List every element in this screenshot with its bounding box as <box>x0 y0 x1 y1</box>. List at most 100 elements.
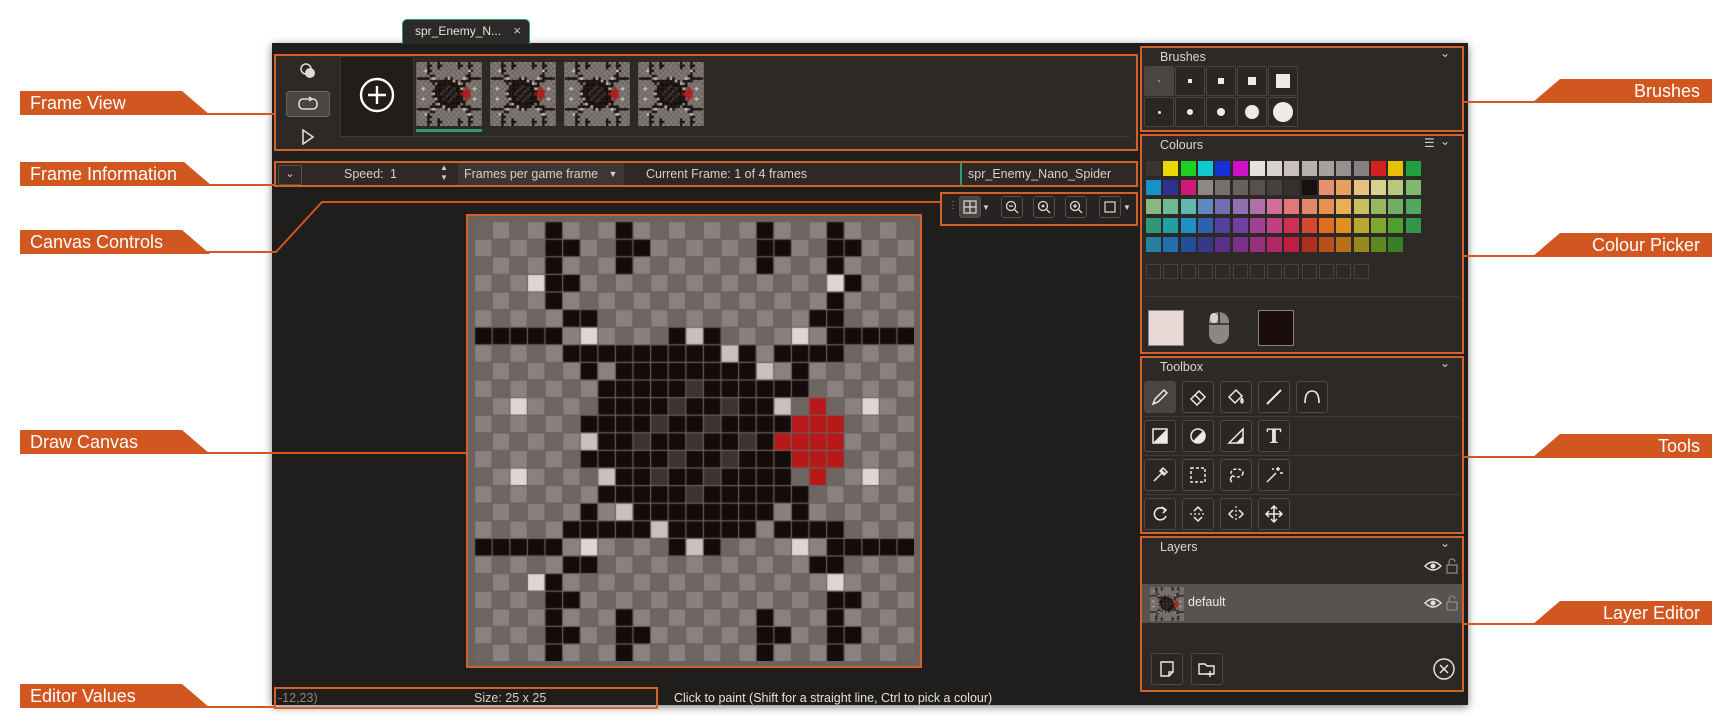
colour-swatch[interactable] <box>1146 199 1161 214</box>
colour-swatch[interactable] <box>1215 199 1231 214</box>
empty-colour-slot[interactable] <box>1146 264 1161 279</box>
colour-swatch[interactable] <box>1180 199 1196 214</box>
text-tool-button[interactable]: T <box>1258 420 1290 452</box>
speed-mode-select[interactable]: Frames per game frame <box>458 163 624 185</box>
colour-swatch[interactable] <box>1163 180 1179 195</box>
colour-swatch[interactable] <box>1388 180 1404 195</box>
colour-swatch[interactable] <box>1353 199 1369 214</box>
colour-swatch[interactable] <box>1232 180 1248 195</box>
grid-dropdown-icon[interactable]: ▼ <box>982 203 990 212</box>
delete-layer-button[interactable] <box>1432 657 1456 681</box>
empty-colour-slot[interactable] <box>1336 264 1352 279</box>
colour-swatch[interactable] <box>1163 161 1179 176</box>
colour-swatch[interactable] <box>1146 218 1161 233</box>
rotate-tool-button[interactable] <box>1144 498 1176 530</box>
colour-swatch[interactable] <box>1146 180 1161 195</box>
grid-toggle-button[interactable] <box>959 196 981 218</box>
brush-button[interactable] <box>1237 97 1267 127</box>
colour-swatch[interactable] <box>1249 161 1265 176</box>
sprite-name-field[interactable]: spr_Enemy_Nano_Spider <box>960 163 1111 185</box>
colour-swatch[interactable] <box>1336 237 1352 252</box>
colour-swatch[interactable] <box>1301 237 1317 252</box>
colour-swatch[interactable] <box>1232 199 1248 214</box>
colour-swatch[interactable] <box>1353 161 1369 176</box>
colour-swatch[interactable] <box>1284 161 1300 176</box>
colour-swatch[interactable] <box>1146 237 1161 252</box>
colour-swatch[interactable] <box>1163 237 1179 252</box>
colour-swatch[interactable] <box>1301 180 1317 195</box>
colour-swatch[interactable] <box>1232 237 1248 252</box>
colour-swatch[interactable] <box>1319 237 1334 252</box>
zoom-out-button[interactable] <box>1001 196 1023 218</box>
layer-name[interactable]: default <box>1188 595 1226 609</box>
empty-colour-slot[interactable] <box>1249 264 1265 279</box>
layer-eye-icon[interactable] <box>1424 597 1442 609</box>
colour-swatch[interactable] <box>1405 218 1421 233</box>
colour-swatch[interactable] <box>1146 161 1161 176</box>
ellipse-tool-button[interactable] <box>1182 420 1214 452</box>
frame-thumbnail-1[interactable] <box>416 62 482 126</box>
colour-swatch[interactable] <box>1215 237 1231 252</box>
colour-swatch[interactable] <box>1405 161 1421 176</box>
colour-swatch[interactable] <box>1336 180 1352 195</box>
colour-picker-tool-button[interactable] <box>1144 459 1176 491</box>
move-tool-button[interactable] <box>1258 498 1290 530</box>
colour-swatch[interactable] <box>1301 161 1317 176</box>
colour-swatch[interactable] <box>1232 161 1248 176</box>
empty-colour-slot[interactable] <box>1215 264 1231 279</box>
brush-button[interactable] <box>1268 66 1298 96</box>
colour-swatch[interactable] <box>1197 161 1213 176</box>
empty-colour-slot[interactable] <box>1180 264 1196 279</box>
colour-swatch[interactable] <box>1353 237 1369 252</box>
colour-swatch[interactable] <box>1388 199 1404 214</box>
background-dropdown-icon[interactable]: ▼ <box>1123 203 1131 212</box>
add-layer-folder-button[interactable] <box>1191 653 1223 685</box>
lock-icon[interactable] <box>1446 558 1458 574</box>
colour-swatch[interactable] <box>1405 180 1421 195</box>
eye-icon[interactable] <box>1424 560 1442 572</box>
colour-swatch[interactable] <box>1267 199 1283 214</box>
colour-swatch[interactable] <box>1267 180 1283 195</box>
colour-swatch[interactable] <box>1405 199 1421 214</box>
colour-swatch[interactable] <box>1370 180 1386 195</box>
speed-input[interactable]: 1 <box>390 163 438 185</box>
colour-swatch[interactable] <box>1197 218 1213 233</box>
fill-tool-button[interactable] <box>1220 381 1252 413</box>
colour-swatch[interactable] <box>1353 218 1369 233</box>
colour-swatch[interactable] <box>1284 199 1300 214</box>
colours-menu-icon[interactable]: ☰ <box>1424 136 1435 150</box>
colour-swatch[interactable] <box>1319 218 1334 233</box>
lasso-tool-button[interactable] <box>1220 459 1252 491</box>
onion-skin-button[interactable] <box>286 58 330 84</box>
colour-swatch[interactable] <box>1267 161 1283 176</box>
colour-swatch[interactable] <box>1267 237 1283 252</box>
brush-button[interactable] <box>1206 97 1236 127</box>
speed-stepper[interactable]: ▲ ▼ <box>440 163 452 185</box>
empty-colour-slot[interactable] <box>1301 264 1317 279</box>
frame-thumbnail-2[interactable] <box>490 62 556 126</box>
colour-swatch[interactable] <box>1284 218 1300 233</box>
zoom-reset-button[interactable] <box>1033 196 1055 218</box>
colour-swatch[interactable] <box>1249 199 1265 214</box>
layers-chevron-down-icon[interactable]: ⌄ <box>1440 536 1450 550</box>
colour-swatch[interactable] <box>1284 180 1300 195</box>
colour-swatch[interactable] <box>1336 199 1352 214</box>
colour-swatch[interactable] <box>1180 161 1196 176</box>
frame-thumbnail-4[interactable] <box>638 62 704 126</box>
flip-vertical-button[interactable] <box>1182 498 1214 530</box>
colour-swatch[interactable] <box>1232 218 1248 233</box>
colour-swatch[interactable] <box>1388 237 1404 252</box>
draw-canvas[interactable] <box>474 221 914 661</box>
colour-swatch[interactable] <box>1197 180 1213 195</box>
curve-tool-button[interactable] <box>1296 381 1328 413</box>
colour-swatch[interactable] <box>1319 180 1334 195</box>
colour-swatch[interactable] <box>1284 237 1300 252</box>
empty-colour-slot[interactable] <box>1267 264 1283 279</box>
colour-swatch[interactable] <box>1370 237 1386 252</box>
empty-colour-slot[interactable] <box>1232 264 1248 279</box>
colour-swatch[interactable] <box>1370 161 1386 176</box>
colour-swatch[interactable] <box>1319 199 1334 214</box>
colour-swatch[interactable] <box>1180 218 1196 233</box>
empty-colour-slot[interactable] <box>1353 264 1369 279</box>
colour-swatch[interactable] <box>1180 180 1196 195</box>
